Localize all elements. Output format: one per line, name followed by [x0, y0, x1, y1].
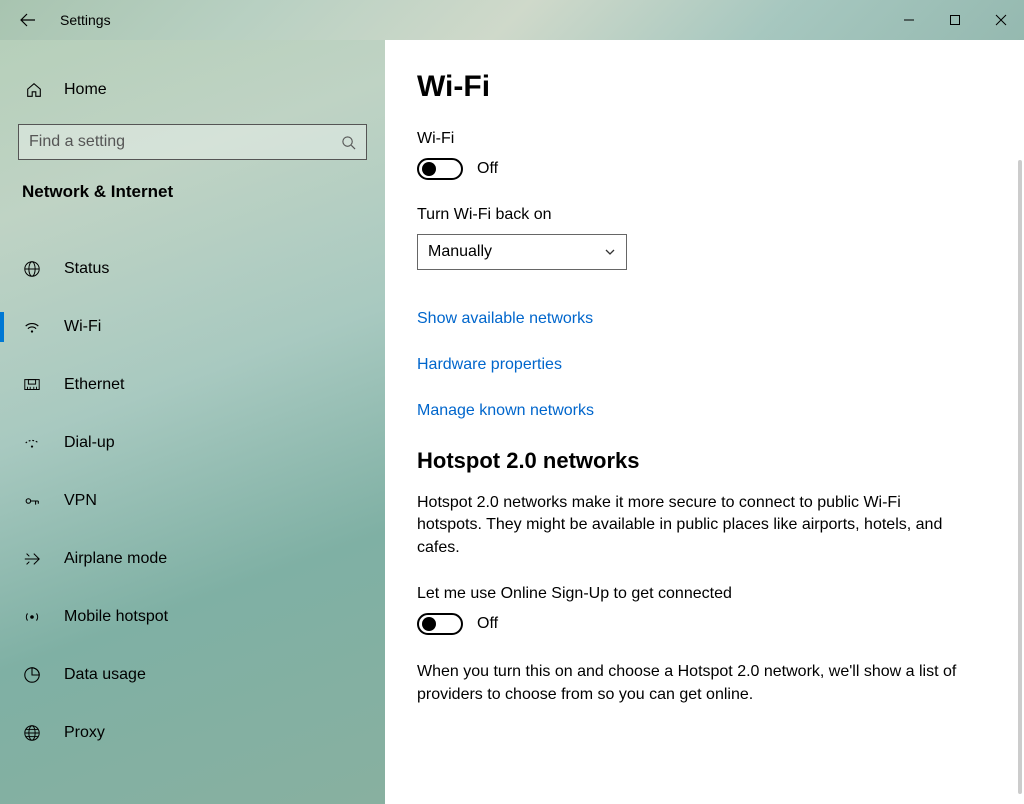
back-button[interactable]: [18, 10, 38, 30]
search-icon: [341, 135, 356, 150]
link-known-networks[interactable]: Manage known networks: [417, 402, 988, 420]
signup-label: Let me use Online Sign-Up to get connect…: [417, 585, 988, 603]
nav-item-label: Wi-Fi: [64, 318, 101, 336]
page-title: Wi-Fi: [417, 70, 988, 104]
nav-item-dialup[interactable]: Dial-up: [0, 414, 385, 472]
home-icon: [24, 80, 44, 100]
nav-item-data-usage[interactable]: Data usage: [0, 646, 385, 704]
ethernet-icon: [22, 375, 42, 395]
airplane-icon: [22, 549, 42, 569]
window-title: Settings: [60, 12, 111, 28]
signup-toggle-state: Off: [477, 615, 498, 633]
wifi-toggle-label: Wi-Fi: [417, 130, 988, 148]
maximize-icon: [949, 14, 961, 26]
wifi-icon: [22, 317, 42, 337]
chevron-down-icon: [604, 246, 616, 258]
close-icon: [995, 14, 1007, 26]
scrollbar[interactable]: [1018, 160, 1022, 794]
nav-item-wifi[interactable]: Wi-Fi: [0, 298, 385, 356]
minimize-button[interactable]: [886, 0, 932, 40]
vpn-icon: [22, 491, 42, 511]
maximize-button[interactable]: [932, 0, 978, 40]
home-label: Home: [64, 81, 107, 99]
window-controls: [886, 0, 1024, 40]
nav-item-label: Mobile hotspot: [64, 608, 168, 626]
nav-item-label: Ethernet: [64, 376, 124, 394]
home-button[interactable]: Home: [0, 70, 385, 110]
link-show-networks[interactable]: Show available networks: [417, 310, 988, 328]
signup-toggle[interactable]: [417, 613, 463, 635]
dropdown-value: Manually: [428, 243, 492, 261]
close-button[interactable]: [978, 0, 1024, 40]
sidebar: Home Network & Internet Status Wi-Fi: [0, 40, 385, 804]
nav-item-hotspot[interactable]: Mobile hotspot: [0, 588, 385, 646]
nav-item-label: Data usage: [64, 666, 146, 684]
nav-item-label: VPN: [64, 492, 97, 510]
turn-on-dropdown[interactable]: Manually: [417, 234, 627, 270]
nav-item-vpn[interactable]: VPN: [0, 472, 385, 530]
nav-item-airplane[interactable]: Airplane mode: [0, 530, 385, 588]
nav-item-ethernet[interactable]: Ethernet: [0, 356, 385, 414]
data-usage-icon: [22, 665, 42, 685]
minimize-icon: [903, 14, 915, 26]
globe-grid-icon: [22, 259, 42, 279]
content-pane: Wi-Fi Wi-Fi Off Turn Wi-Fi back on Manua…: [385, 40, 1024, 804]
dialup-icon: [22, 433, 42, 453]
signup-note: When you turn this on and choose a Hotsp…: [417, 661, 957, 706]
hotspot-icon: [22, 607, 42, 627]
nav-item-label: Proxy: [64, 724, 105, 742]
arrow-left-icon: [20, 12, 36, 28]
hotspot-description: Hotspot 2.0 networks make it more secure…: [417, 492, 957, 559]
nav-item-status[interactable]: Status: [0, 240, 385, 298]
proxy-icon: [22, 723, 42, 743]
titlebar: Settings: [0, 0, 1024, 40]
nav-item-label: Airplane mode: [64, 550, 167, 568]
search-input[interactable]: [29, 133, 341, 151]
nav-item-label: Dial-up: [64, 434, 115, 452]
wifi-toggle-state: Off: [477, 160, 498, 178]
hotspot-section-title: Hotspot 2.0 networks: [417, 448, 988, 474]
link-hardware-properties[interactable]: Hardware properties: [417, 356, 988, 374]
search-box[interactable]: [18, 124, 367, 160]
nav-item-label: Status: [64, 260, 109, 278]
category-header: Network & Internet: [0, 182, 385, 216]
wifi-toggle[interactable]: [417, 158, 463, 180]
nav-item-proxy[interactable]: Proxy: [0, 704, 385, 762]
turn-on-label: Turn Wi-Fi back on: [417, 206, 988, 224]
nav-list: Status Wi-Fi Ethernet Dial-up: [0, 240, 385, 762]
